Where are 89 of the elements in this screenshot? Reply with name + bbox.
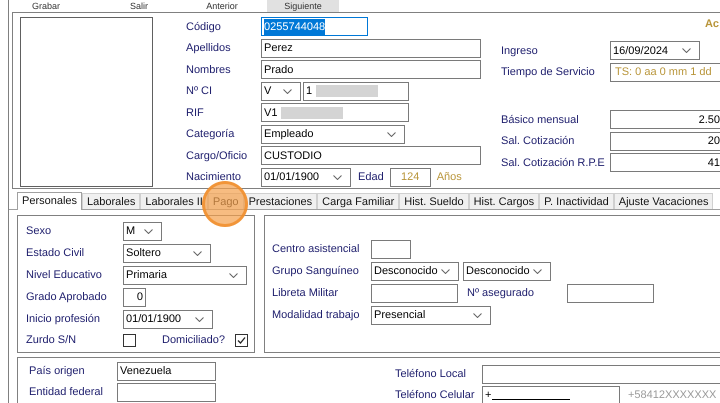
input-field[interactable]: +: [482, 386, 620, 403]
date-picker[interactable]: 01/01/1900: [123, 310, 213, 328]
chevron-down-icon: [193, 250, 202, 256]
toolbar-button[interactable]: Siguiente: [267, 0, 339, 12]
tab[interactable]: Carga Familiar: [317, 193, 400, 209]
input-field[interactable]: 0255744048: [261, 17, 368, 36]
field-label: Grado Aprobado: [26, 290, 108, 305]
input-field[interactable]: 2.50: [610, 110, 720, 130]
field-label: Inicio profesión: [26, 312, 101, 327]
toolbar-button[interactable]: Anterior: [197, 0, 247, 12]
chevron-down-icon: [333, 174, 342, 180]
dropdown[interactable]: Primaria: [123, 266, 247, 284]
field-label: Teléfono Celular: [395, 388, 476, 403]
input-field[interactable]: [482, 365, 720, 384]
dropdown[interactable]: Presencial: [371, 306, 491, 324]
input-field[interactable]: [371, 240, 411, 258]
field-label: RIF: [186, 106, 205, 120]
example-hint: +58412XXXXXXX: [628, 388, 716, 403]
field-label: Básico mensual: [501, 112, 580, 128]
date-picker[interactable]: 16/09/2024: [610, 41, 700, 60]
dropdown[interactable]: M: [123, 222, 162, 240]
chevron-down-icon: [229, 272, 238, 278]
input-field[interactable]: V1: [261, 103, 409, 122]
input-field[interactable]: 1: [303, 82, 409, 101]
input-field[interactable]: Prado: [261, 60, 481, 80]
input-field[interactable]: [371, 284, 458, 302]
tab[interactable]: Prestaciones: [244, 193, 318, 209]
dropdown[interactable]: Desconocido: [371, 262, 459, 280]
field-label: Modalidad trabajo: [272, 308, 360, 323]
field-label: Tiempo de Servicio: [501, 65, 596, 80]
field-label: Ingreso: [501, 44, 539, 58]
input-field[interactable]: CUSTODIO: [261, 146, 481, 166]
field-label: Domiciliado?: [162, 332, 225, 348]
checkbox[interactable]: [123, 334, 136, 346]
field-label: Libreta Militar: [272, 286, 340, 301]
field-label: Sexo: [26, 224, 52, 239]
field-label: Sal. Cotización R.P.E: [501, 156, 606, 170]
field-label: Estado Civil: [26, 246, 86, 261]
chevron-down-icon: [473, 312, 482, 318]
redacted-bar: [281, 106, 344, 119]
field-label: Categoría: [186, 127, 236, 142]
chevron-down-icon: [441, 268, 450, 274]
tab[interactable]: Hist. Cargos: [468, 193, 540, 209]
field-label: Entidad federal: [29, 385, 104, 400]
field-label: País origen: [29, 364, 86, 380]
input-field[interactable]: 0: [123, 288, 146, 306]
input-field[interactable]: [117, 383, 216, 402]
dropdown[interactable]: Desconocido: [463, 262, 551, 280]
chevron-down-icon: [387, 132, 396, 137]
field-label: Grupo Sanguíneo: [272, 264, 360, 279]
chevron-down-icon: [144, 228, 153, 234]
field-label: Apellidos: [186, 41, 232, 56]
field-label: Código: [186, 20, 222, 34]
field-label: Nº CI: [186, 84, 214, 99]
tab[interactable]: Hist. Sueldo: [399, 193, 469, 209]
tab[interactable]: Laborales: [82, 193, 140, 209]
field-label: Sal. Cotización: [501, 134, 576, 149]
field-label: Centro asistencial: [272, 242, 360, 257]
toolbar-button[interactable]: Grabar: [26, 0, 66, 12]
date-picker[interactable]: 01/01/1900: [261, 168, 351, 187]
input-field[interactable]: 20: [610, 132, 720, 151]
input-field[interactable]: Perez: [261, 38, 481, 58]
field-label: Nombres: [186, 62, 232, 78]
chevron-down-icon: [195, 316, 204, 322]
dropdown[interactable]: V: [261, 82, 301, 101]
input-field[interactable]: Venezuela: [117, 362, 216, 381]
chevron-down-icon: [682, 48, 691, 54]
chevron-down-icon: [533, 268, 542, 274]
field-label: Cargo/Oficio: [186, 148, 248, 164]
field-label: Zurdo S/N: [26, 332, 78, 348]
age-unit: Años: [436, 170, 462, 185]
tab[interactable]: Personales: [17, 192, 82, 210]
service-time-field: TS: 0 aa 0 mm 1 dd: [610, 62, 720, 82]
chevron-down-icon: [283, 88, 292, 94]
field-label: Teléfono Local: [395, 367, 467, 382]
age-field: 124: [390, 168, 431, 187]
tab[interactable]: Ajuste Vacaciones: [614, 193, 714, 209]
toolbar-button[interactable]: Salir: [121, 0, 157, 12]
tab[interactable]: P. Inactividad: [539, 193, 614, 209]
field-label: Nacimiento: [186, 170, 242, 185]
redacted-bar: [316, 85, 378, 98]
checkbox[interactable]: [234, 334, 248, 346]
field-label: Edad: [358, 170, 384, 185]
input-field[interactable]: 41: [610, 153, 720, 172]
dropdown[interactable]: Empleado: [261, 124, 405, 144]
field-label: Nivel Educativo: [26, 268, 103, 283]
dropdown[interactable]: Soltero: [123, 244, 211, 262]
field-label: Nº asegurado: [467, 286, 536, 301]
input-field[interactable]: [567, 284, 654, 302]
